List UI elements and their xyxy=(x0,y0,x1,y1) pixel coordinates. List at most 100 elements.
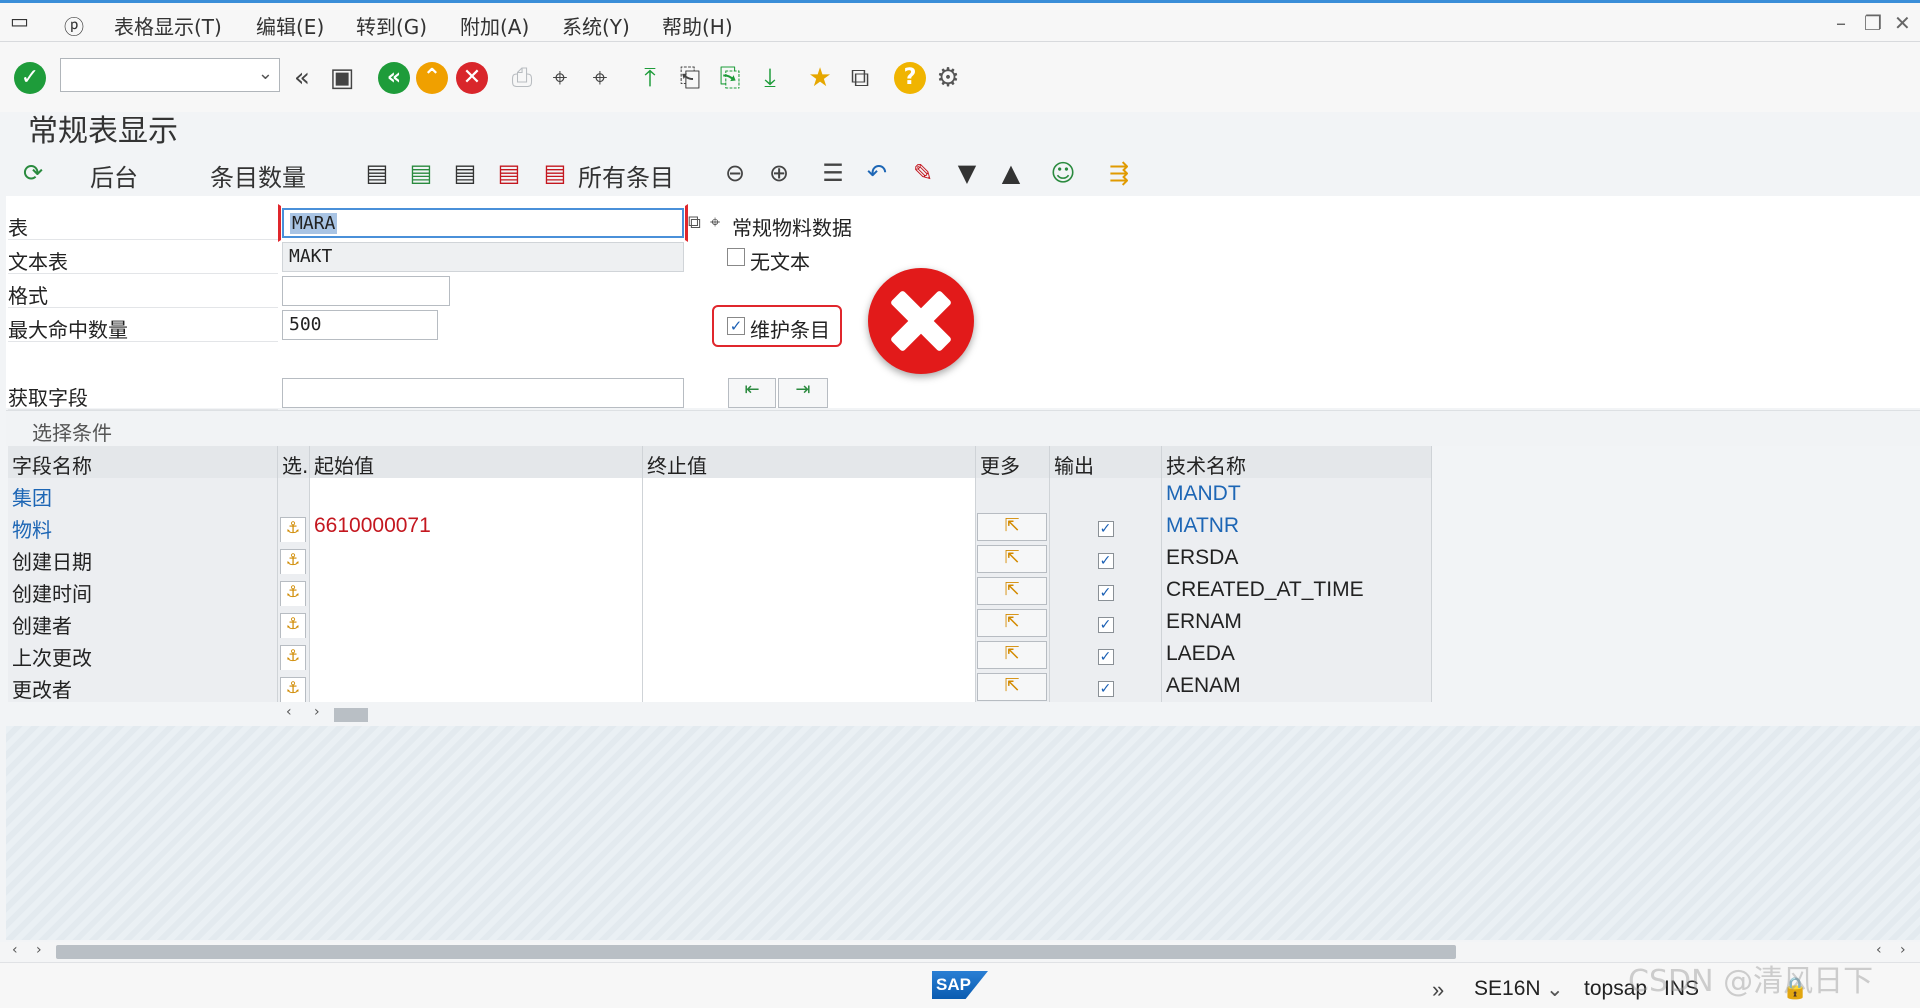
hscroll-right-icon[interactable]: › xyxy=(36,942,42,958)
number-of-entries-button[interactable]: 条目数量 xyxy=(210,158,306,193)
new-session-icon[interactable]: ★ xyxy=(804,62,836,94)
scroll-left-icon[interactable]: ‹ xyxy=(286,704,292,720)
settings-gear-icon[interactable]: ⚙ xyxy=(932,62,964,94)
undo-icon[interactable]: ↶ xyxy=(862,158,892,188)
maintain-entries-checkbox[interactable]: ✓ xyxy=(727,317,745,335)
shortcut-icon[interactable]: ⧉ xyxy=(844,62,876,94)
menu-goto[interactable]: 转到(G) xyxy=(356,11,427,40)
last-page-icon[interactable]: ⤓ xyxy=(754,62,786,94)
background-button[interactable]: 后台 xyxy=(90,158,138,193)
find-icon[interactable]: ⌖ xyxy=(544,62,576,94)
multiple-selection-icon[interactable]: ⇱ xyxy=(977,673,1047,701)
col-option[interactable]: 选. xyxy=(278,446,310,478)
zoom-out-icon[interactable]: ⊖ xyxy=(720,158,750,188)
from-value-input[interactable] xyxy=(310,606,643,638)
scroll-right-icon[interactable]: › xyxy=(314,704,320,720)
app-menu-icon[interactable]: ▭ xyxy=(10,9,29,33)
output-checkbox[interactable]: ✓ xyxy=(1097,617,1114,633)
output-checkbox[interactable]: ✓ xyxy=(1097,649,1114,665)
clear-icon[interactable]: ✎ xyxy=(908,158,938,188)
menu-table-display[interactable]: 表格显示(T) xyxy=(114,11,222,40)
selection-option-icon[interactable]: ⚓ xyxy=(280,613,306,638)
selection-option-icon[interactable]: ⚓ xyxy=(280,581,306,606)
menu-edit[interactable]: 编辑(E) xyxy=(256,11,324,40)
to-value-input[interactable] xyxy=(643,638,976,670)
table-scroll-thumb[interactable] xyxy=(334,708,368,722)
technical-settings-icon[interactable]: ☰ xyxy=(818,158,848,188)
output-checkbox[interactable]: ✓ xyxy=(1097,681,1114,697)
collapse-toolbar-icon[interactable]: « xyxy=(286,62,318,94)
field-name-cell[interactable]: 物料 xyxy=(8,510,278,542)
multiple-selection-icon[interactable]: ⇱ xyxy=(977,577,1047,605)
menu-extras[interactable]: 附加(A) xyxy=(460,11,529,40)
command-field[interactable]: ⌄ xyxy=(60,58,280,92)
cancel-icon[interactable]: ✕ xyxy=(456,62,488,94)
find-next-icon[interactable]: ⌖ xyxy=(584,62,616,94)
hscroll-left-icon[interactable]: ‹ xyxy=(12,942,18,958)
status-expand-icon[interactable]: » xyxy=(1432,977,1444,1003)
restore-icon[interactable]: ❐ xyxy=(1864,11,1882,35)
get-fields-input[interactable] xyxy=(282,378,684,408)
col-more[interactable]: 更多 xyxy=(976,446,1050,478)
format-input[interactable] xyxy=(282,276,450,306)
variant-display-icon[interactable]: ▤ xyxy=(450,158,480,188)
first-page-icon[interactable]: ⤒ xyxy=(634,62,666,94)
minimize-icon[interactable]: – xyxy=(1836,11,1846,35)
to-value-input[interactable] xyxy=(643,574,976,606)
selection-option-icon[interactable]: ⚓ xyxy=(280,549,306,574)
execute-icon[interactable]: ⟳ xyxy=(18,158,48,188)
to-value-input[interactable] xyxy=(643,510,976,542)
from-value-input[interactable] xyxy=(310,478,643,510)
hscroll-thumb[interactable] xyxy=(56,945,1456,959)
all-entries-icon[interactable]: ▤ xyxy=(540,158,570,188)
system-dropdown-icon[interactable]: ⌄ xyxy=(1546,977,1564,1002)
enter-check-icon[interactable]: ✓ xyxy=(14,62,46,94)
layout-menu-icon[interactable]: ⓟ xyxy=(64,11,84,40)
save-icon[interactable]: ▣ xyxy=(326,62,358,94)
max-hits-input[interactable]: 500 xyxy=(282,310,438,340)
col-from-value[interactable]: 起始值 xyxy=(310,446,643,478)
variant-get-icon[interactable]: ▤ xyxy=(362,158,392,188)
from-value-input[interactable] xyxy=(310,670,643,702)
menu-system[interactable]: 系统(Y) xyxy=(562,11,630,40)
sort-ascending-icon[interactable]: ▲ xyxy=(996,158,1026,188)
exit-icon[interactable]: ⌃ xyxy=(416,62,448,94)
table-info-icon[interactable]: ⌖ xyxy=(710,212,720,233)
output-checkbox[interactable]: ✓ xyxy=(1097,585,1114,601)
export-fields-icon[interactable]: ⇥ xyxy=(778,378,828,408)
from-value-input[interactable] xyxy=(310,574,643,606)
all-entries-button[interactable]: 所有条目 xyxy=(578,158,674,193)
hscroll-end-left-icon[interactable]: ‹ xyxy=(1876,942,1882,958)
multiple-selection-icon[interactable]: ⇱ xyxy=(977,545,1047,573)
print-icon[interactable]: ⎙ xyxy=(506,62,538,94)
col-technical-name[interactable]: 技术名称 xyxy=(1162,446,1432,478)
col-output[interactable]: 输出 xyxy=(1050,446,1162,478)
output-checkbox[interactable]: ✓ xyxy=(1097,553,1114,569)
to-value-input[interactable] xyxy=(643,478,976,510)
selection-option-icon[interactable]: ⚓ xyxy=(280,517,306,542)
zoom-in-icon[interactable]: ⊕ xyxy=(764,158,794,188)
previous-page-icon[interactable]: ⎗ xyxy=(674,62,706,94)
value-help-icon[interactable]: ⧉ xyxy=(688,212,701,233)
field-name-cell[interactable]: 集团 xyxy=(8,478,278,510)
next-page-icon[interactable]: ⎘ xyxy=(714,62,746,94)
selection-option-icon[interactable]: ⚓ xyxy=(280,645,306,670)
col-field-name[interactable]: 字段名称 xyxy=(8,446,278,478)
col-to-value[interactable]: 终止值 xyxy=(643,446,976,478)
variant-save-icon[interactable]: ▤ xyxy=(406,158,436,188)
no-text-checkbox[interactable] xyxy=(727,248,745,266)
chevron-down-icon[interactable]: ⌄ xyxy=(258,63,273,84)
close-window-icon[interactable]: ✕ xyxy=(1894,11,1911,35)
multiple-selection-icon[interactable]: ⇱ xyxy=(977,609,1047,637)
import-fields-icon[interactable]: ⇤ xyxy=(728,378,776,408)
from-value-input[interactable] xyxy=(310,638,643,670)
sort-descending-icon[interactable]: ▼ xyxy=(952,158,982,188)
from-value-input[interactable] xyxy=(310,542,643,574)
from-value-input[interactable]: 6610000071 xyxy=(310,510,643,542)
menu-help[interactable]: 帮助(H) xyxy=(662,11,733,40)
export-icon[interactable]: ⇶ xyxy=(1104,158,1134,188)
multiple-selection-icon[interactable]: ⇱ xyxy=(977,641,1047,669)
to-value-input[interactable] xyxy=(643,670,976,702)
to-value-input[interactable] xyxy=(643,542,976,574)
back-icon[interactable]: « xyxy=(378,62,410,94)
